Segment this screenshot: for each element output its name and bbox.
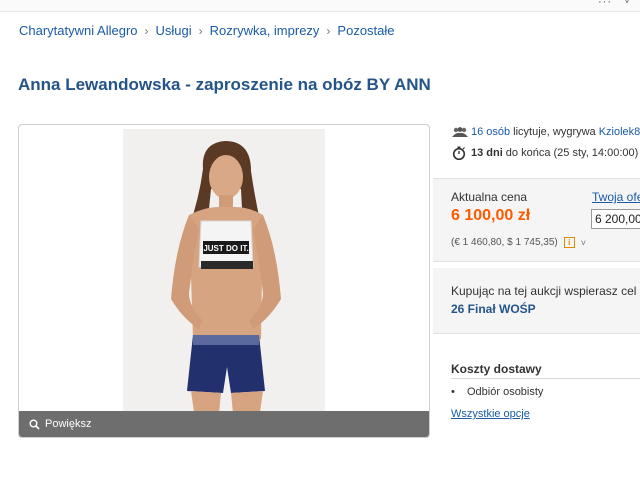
people-icon: [452, 126, 468, 137]
shipping-panel: Koszty dostawy • Odbiór osobisty Wszystki…: [433, 340, 640, 430]
current-price-value: 6 100,00 zł: [451, 207, 531, 224]
days-left: 13 dni: [471, 147, 503, 159]
product-photo[interactable]: JUST DO IT.: [123, 129, 325, 433]
conversion-text: (€ 1 460,80, $ 1 745,35): [451, 237, 558, 248]
info-icon[interactable]: i: [563, 237, 575, 248]
shipping-option: • Odbiór osobisty: [451, 386, 543, 398]
top-bar: ··· ˅: [0, 0, 640, 12]
magnifier-icon: [29, 419, 40, 430]
current-price-label: Aktualna cena: [451, 190, 528, 204]
charity-panel: Kupując na tej aukcji wspierasz cel 26 F…: [433, 268, 640, 334]
price-panel: Aktualna cena 6 100,00 zł Twoja oferta (…: [433, 178, 640, 262]
charity-text: Kupując na tej aukcji wspierasz cel: [451, 284, 637, 298]
chevron-down-icon[interactable]: ˅: [581, 238, 586, 248]
chevron-down-icon[interactable]: ˅: [624, 0, 630, 7]
your-offer-link[interactable]: Twoja oferta: [592, 190, 640, 204]
currency-conversion: (€ 1 460,80, $ 1 745,35) i ˅: [451, 237, 586, 248]
breadcrumb: Charytatywni Allegro › Usługi › Rozrywka, im…: [19, 23, 395, 38]
breadcrumb-item-charity[interactable]: Charytatywni Allegro: [19, 23, 138, 38]
charity-link[interactable]: 26 Finał WOŚP: [451, 302, 536, 316]
breadcrumb-item-entertainment[interactable]: Rozrywka, imprezy: [210, 23, 320, 38]
bidders-count-link[interactable]: 16 osób: [471, 126, 510, 138]
zoom-label: Powiększ: [45, 418, 92, 430]
offer-input[interactable]: [591, 209, 640, 229]
time-left-info: 13 dni do końca (25 sty, 14:00:00): [452, 146, 638, 160]
zoom-button[interactable]: Powiększ: [19, 411, 429, 437]
bullet-icon: •: [451, 386, 455, 398]
bidders-text: licytuje, wygrywa: [513, 126, 596, 138]
all-options-link[interactable]: Wszystkie opcje: [451, 408, 530, 420]
breadcrumb-separator: ›: [326, 24, 331, 38]
breadcrumb-item-services[interactable]: Usługi: [156, 23, 192, 38]
stopwatch-icon: [452, 146, 466, 160]
page-title: Anna Lewandowska - zaproszenie na obóz B…: [18, 75, 431, 94]
breadcrumb-separator: ›: [198, 24, 203, 38]
ends-text: do końca (25 sty, 14:00:00): [505, 147, 639, 159]
woman-athlete-image: JUST DO IT.: [123, 129, 325, 433]
shipping-title: Koszty dostawy: [451, 362, 542, 376]
winner-link[interactable]: Kziolek8: [599, 126, 640, 138]
breadcrumb-separator: ›: [144, 24, 149, 38]
breadcrumb-item-other[interactable]: Pozostałe: [337, 23, 394, 38]
bidders-info: 16 osób licytuje, wygrywa Kziolek8: [452, 126, 640, 138]
more-menu-icon[interactable]: ···: [598, 0, 612, 8]
product-gallery[interactable]: JUST DO IT. Powiększ: [18, 124, 430, 438]
shirt-print: JUST DO IT.: [203, 244, 248, 253]
divider: [451, 378, 640, 379]
shipping-option-label: Odbiór osobisty: [467, 386, 544, 398]
